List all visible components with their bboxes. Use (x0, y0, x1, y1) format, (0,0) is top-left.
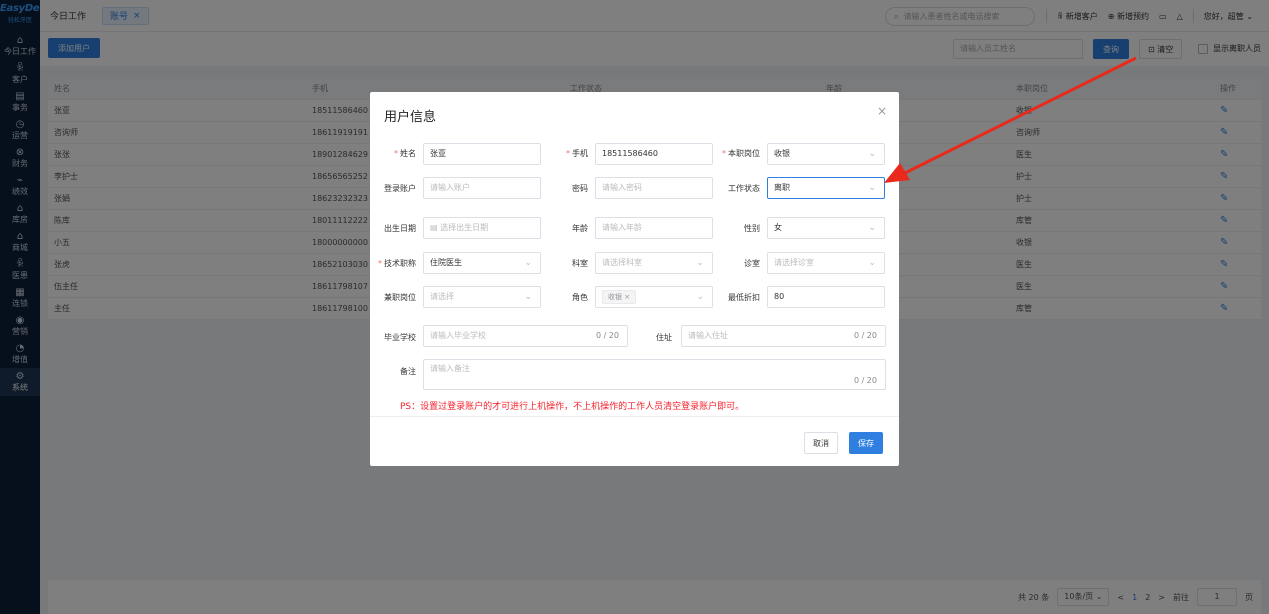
school-label: 毕业学校 (384, 333, 416, 342)
tech-title-label: * 技术职称 (378, 259, 416, 268)
school-char-count: 0 / 20 (595, 331, 619, 340)
school-placeholder: 请输入毕业学校 (430, 331, 486, 340)
address-char-count: 0 / 20 (853, 331, 877, 340)
chevron-down-icon: ⌄ (868, 258, 876, 268)
post-select[interactable]: 收银 ⌄ (767, 143, 885, 165)
name-label: * 姓名 (394, 149, 416, 158)
discount-field[interactable]: 80 (767, 286, 885, 308)
post-label-text: 本职岗位 (728, 149, 760, 158)
room-select[interactable]: 请选择诊室 ⌄ (767, 252, 885, 274)
room-label: 诊室 (744, 259, 760, 268)
remark-char-count: 0 / 20 (853, 376, 877, 385)
role-tag[interactable]: 收银 × (602, 290, 637, 304)
address-field[interactable]: 请输入住址 0 / 20 (681, 325, 886, 347)
name-field[interactable]: 张亚 (423, 143, 541, 165)
room-placeholder: 请选择诊室 (774, 258, 814, 267)
save-button[interactable]: 保存 (849, 432, 883, 454)
account-field[interactable]: 请输入账户 (423, 177, 541, 199)
role-select[interactable]: 收银 × ⌄ (595, 286, 713, 308)
birth-placeholder: 选择出生日期 (440, 223, 489, 232)
parttime-select[interactable]: 请选择 ⌄ (423, 286, 541, 308)
school-field[interactable]: 请输入毕业学校 0 / 20 (423, 325, 628, 347)
chevron-down-icon: ⌄ (524, 292, 532, 302)
gender-value: 女 (774, 223, 782, 232)
birth-date-picker[interactable]: ▤ 选择出生日期 (423, 217, 541, 239)
chevron-down-icon: ⌄ (868, 223, 876, 233)
status-label: 工作状态 (728, 184, 760, 193)
parttime-placeholder: 请选择 (430, 292, 454, 301)
post-label: * 本职岗位 (722, 149, 760, 158)
remark-label: 备注 (400, 367, 416, 376)
phone-label: * 手机 (566, 149, 588, 158)
birth-label: 出生日期 (384, 224, 416, 233)
dept-label: 科室 (572, 259, 588, 268)
address-placeholder: 请输入住址 (688, 331, 728, 340)
parttime-label: 兼职岗位 (384, 293, 416, 302)
tag-close-icon[interactable]: × (624, 293, 630, 301)
discount-label: 最低折扣 (728, 293, 760, 302)
tech-title-label-text: 技术职称 (384, 259, 416, 268)
dialog-title: 用户信息 (384, 110, 437, 125)
dept-placeholder: 请选择科室 (602, 258, 642, 267)
gender-label: 性别 (744, 224, 760, 233)
chevron-down-icon: ⌄ (696, 258, 704, 268)
status-select[interactable]: 离职 ⌄ (767, 177, 885, 199)
name-label-text: 姓名 (400, 149, 416, 158)
post-value: 收银 (774, 149, 790, 158)
password-label: 密码 (572, 184, 588, 193)
tech-title-select[interactable]: 住院医生 ⌄ (423, 252, 541, 274)
chevron-down-icon: ⌄ (696, 292, 704, 302)
ps-note: PS：设置过登录账户的才可进行上机操作，不上机操作的工作人员清空登录账户即可。 (400, 402, 745, 412)
chevron-down-icon: ⌄ (524, 258, 532, 268)
role-label: 角色 (572, 293, 588, 302)
remark-textarea[interactable]: 请输入备注 0 / 20 (423, 359, 886, 390)
chevron-down-icon: ⌄ (868, 149, 876, 159)
role-tag-label: 收银 (608, 293, 622, 301)
user-info-dialog: 用户信息 × * 姓名 张亚 * 手机 18511586460 * 本职岗位 收银 ⌄ … (370, 92, 899, 466)
tech-title-value: 住院医生 (430, 258, 462, 267)
phone-label-text: 手机 (572, 149, 588, 158)
gender-select[interactable]: 女 ⌄ (767, 217, 885, 239)
phone-field[interactable]: 18511586460 (595, 143, 713, 165)
age-label: 年龄 (572, 224, 588, 233)
status-value: 离职 (774, 183, 790, 192)
age-field[interactable]: 请输入年龄 (595, 217, 713, 239)
account-label: 登录账户 (384, 184, 416, 193)
password-field[interactable]: 请输入密码 (595, 177, 713, 199)
cancel-button[interactable]: 取消 (804, 432, 838, 454)
divider (370, 416, 899, 417)
remark-placeholder: 请输入备注 (430, 364, 470, 373)
address-label: 住址 (656, 333, 672, 342)
chevron-down-icon: ⌄ (868, 183, 876, 193)
close-icon[interactable]: × (877, 104, 887, 118)
dept-select[interactable]: 请选择科室 ⌄ (595, 252, 713, 274)
calendar-icon: ▤ (430, 223, 438, 232)
